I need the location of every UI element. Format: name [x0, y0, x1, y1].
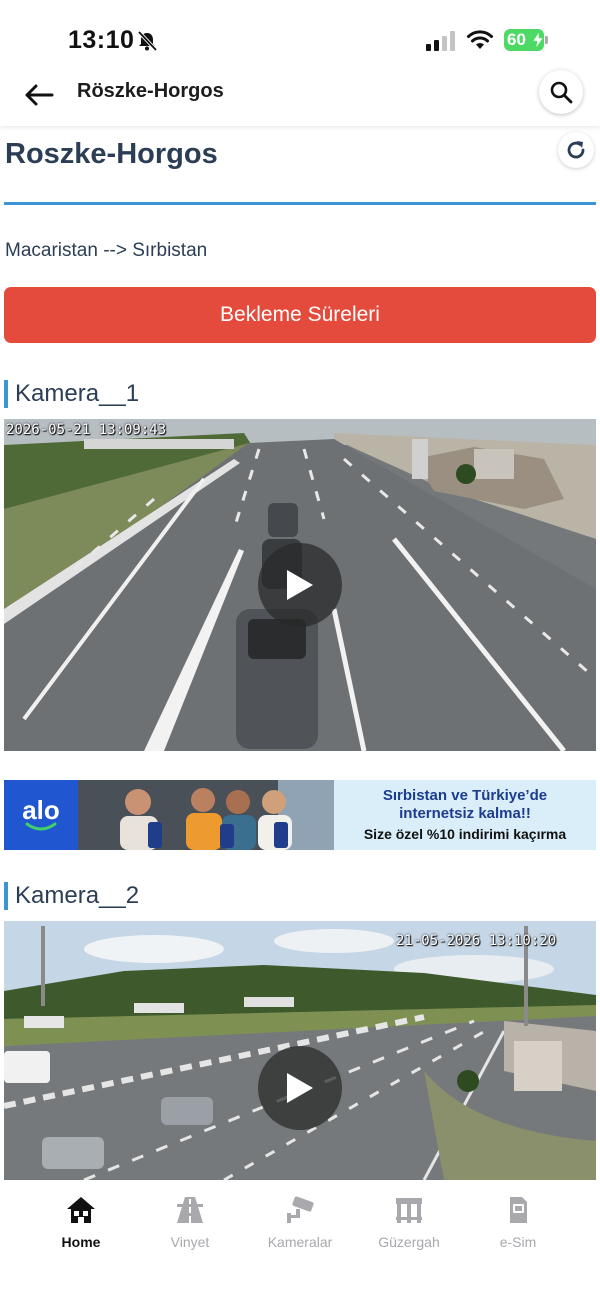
camera-1-timestamp: 2026-05-21 13:09:43: [6, 422, 167, 438]
cellular-signal-icon: [426, 31, 455, 51]
nav-label-guzergah: Güzergah: [378, 1234, 440, 1250]
ad-logo-text: alo: [22, 795, 60, 825]
app-header: Röszke-Horgos: [0, 70, 600, 126]
nav-item-guzergah[interactable]: Güzergah: [354, 1194, 464, 1254]
ad-banner[interactable]: alo Sırbistan ve Türkiye’de internetsiz …: [4, 780, 596, 850]
sim-card-icon: [502, 1194, 534, 1226]
ad-photo: [78, 780, 334, 850]
bell-muted-icon: [137, 30, 158, 52]
wifi-icon: [467, 30, 493, 49]
camera-1-play-button[interactable]: [258, 543, 342, 627]
section-accent-bar: [4, 380, 8, 408]
camera-1-video[interactable]: 2026-05-21 13:09:43: [4, 419, 596, 751]
nav-label-kameralar: Kameralar: [267, 1234, 333, 1250]
status-bar: 13:10 60: [0, 0, 600, 70]
home-icon: [65, 1194, 97, 1226]
camera-2-label: Kamera__2: [15, 882, 140, 909]
ad-copy: Sırbistan ve Türkiye’de internetsiz kalm…: [334, 780, 596, 850]
direction-text: Macaristan --> Sırbistan: [5, 240, 208, 261]
nav-item-home[interactable]: Home: [26, 1194, 136, 1254]
nav-item-esim[interactable]: e-Sim: [463, 1194, 573, 1254]
camera-1-label: Kamera__1: [15, 380, 140, 407]
camera-2-video[interactable]: 21-05-2026 13:10:20: [4, 921, 596, 1180]
battery-cap: [545, 36, 548, 44]
battery-indicator: 60: [504, 29, 548, 51]
charging-bolt-icon: [533, 32, 543, 48]
nav-label-esim: e-Sim: [499, 1234, 537, 1250]
search-icon: [550, 81, 573, 104]
cctv-camera-icon: [284, 1194, 316, 1226]
title-divider: [4, 202, 596, 205]
ad-headline-line1: Sırbistan ve Türkiye’de: [382, 787, 548, 804]
play-icon: [287, 570, 313, 600]
border-gate-icon: [393, 1194, 425, 1226]
page-title: Roszke-Horgos: [5, 138, 218, 170]
nav-item-vinyet[interactable]: Vinyet: [135, 1194, 245, 1254]
play-icon: [287, 1073, 313, 1103]
camera-2-heading: Kamera__2: [4, 881, 139, 911]
refresh-button[interactable]: [558, 132, 594, 168]
nav-label-vinyet: Vinyet: [170, 1234, 210, 1250]
ad-people-image: [78, 780, 334, 850]
arrow-left-icon: [25, 84, 54, 106]
ad-logo: alo: [4, 780, 78, 850]
back-button[interactable]: [22, 78, 56, 112]
camera-2-timestamp: 21-05-2026 13:10:20: [396, 933, 557, 949]
ad-headline-line2: internetsiz kalma!!: [399, 805, 531, 822]
header-title: Röszke-Horgos: [77, 80, 224, 102]
nav-item-kameralar[interactable]: Kameralar: [245, 1194, 355, 1254]
refresh-icon: [567, 141, 585, 159]
wait-times-button[interactable]: Bekleme Süreleri: [4, 287, 596, 343]
section-accent-bar: [4, 882, 8, 910]
ad-offer-text: Size özel %10 indirimi kaçırma: [363, 826, 567, 842]
camera-1-heading: Kamera__1: [4, 379, 139, 409]
smile-icon: [25, 822, 57, 831]
nav-label-home: Home: [61, 1234, 101, 1250]
highway-icon: [174, 1194, 206, 1226]
bottom-nav: Home Vinyet Kameralar Güzergah e-Sim: [0, 1180, 600, 1300]
search-button[interactable]: [539, 70, 583, 114]
camera-2-play-button[interactable]: [258, 1046, 342, 1130]
status-time: 13:10: [68, 26, 135, 54]
